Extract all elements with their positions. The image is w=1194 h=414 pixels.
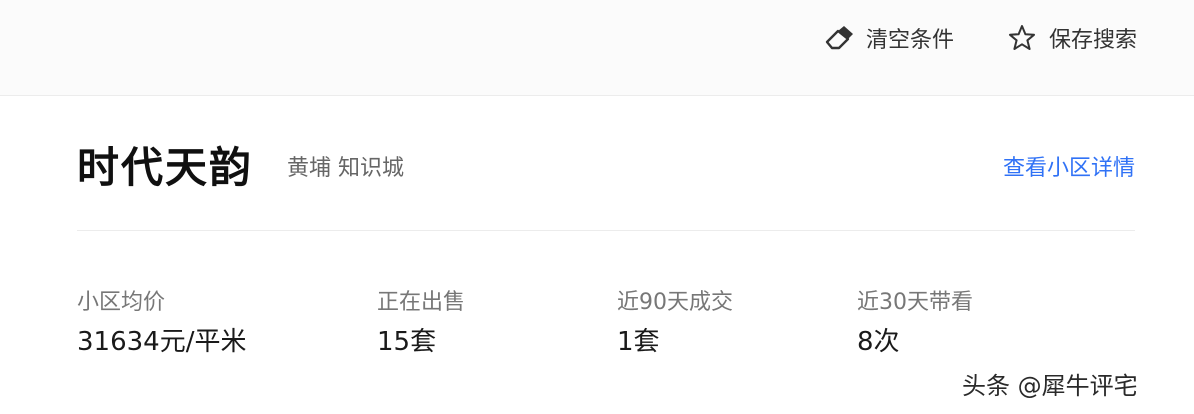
community-location: 黄埔 知识城 [287,156,404,181]
watermark: 头条 @犀牛评宅 [962,372,1138,400]
save-search-label: 保存搜索 [1049,28,1138,53]
community-header: 时代天韵 黄埔 知识城 查看小区详情 [77,128,1135,198]
save-search-button[interactable]: 保存搜索 [1007,22,1137,54]
community-name: 时代天韵 [77,143,254,192]
view-community-details-link[interactable]: 查看小区详情 [1003,150,1135,182]
stat-average-price: 小区均价 31634元/平米 [77,288,246,358]
clear-filters-button[interactable]: 清空条件 [824,22,954,54]
clear-filters-label: 清空条件 [866,28,955,53]
stat-value: 8次 [857,327,900,357]
stat-label: 近90天成交 [617,290,733,315]
section-divider [77,230,1135,231]
star-outline-icon [1007,23,1037,53]
stat-label: 正在出售 [377,290,466,315]
eraser-icon [824,23,854,53]
stat-label: 小区均价 [77,290,166,315]
stat-value: 15套 [377,327,437,357]
stat-viewings-30-days: 近30天带看 8次 [857,288,973,358]
stat-value: 1套 [617,327,660,357]
stat-deals-90-days: 近90天成交 1套 [617,288,733,358]
top-toolbar: 清空条件 保存搜索 [0,0,1194,96]
stat-on-sale: 正在出售 15套 [377,288,465,358]
stat-label: 近30天带看 [857,290,973,315]
stat-value: 31634元/平米 [77,327,247,357]
